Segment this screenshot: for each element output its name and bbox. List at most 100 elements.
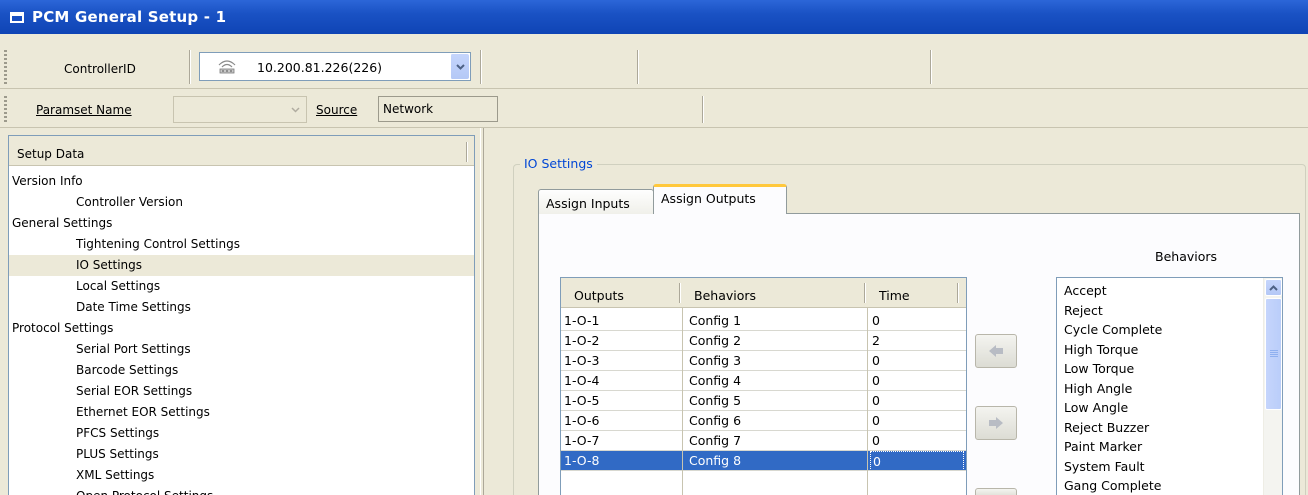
source-value: Network: [378, 96, 498, 122]
output-cell: 1-O-2: [564, 333, 600, 348]
toolbar-separator: [930, 50, 932, 84]
tree-item-plus-settings[interactable]: PLUS Settings: [9, 444, 474, 465]
controller-id-value: 10.200.81.226(226): [257, 60, 383, 75]
toolbar-separator: [480, 50, 482, 84]
behavior-cell: Config 8: [689, 453, 742, 468]
tree-item-xml-settings[interactable]: XML Settings: [9, 465, 474, 486]
output-cell: 1-O-4: [564, 373, 600, 388]
scroll-thumb[interactable]: [1265, 298, 1282, 410]
controller-toolbar: ControllerID 10.200.81.226(226): [0, 46, 1308, 89]
output-cell: 1-O-1: [564, 313, 600, 328]
tree-item-version-info[interactable]: Version Info: [9, 171, 474, 192]
scroll-up-button[interactable]: [1265, 279, 1282, 296]
toolbar-separator: [189, 50, 191, 84]
behavior-item-reject[interactable]: Reject: [1064, 301, 1103, 321]
assign-extra-button[interactable]: [975, 488, 1017, 495]
arrow-left-icon: [989, 345, 1003, 357]
tree-item-protocol-settings[interactable]: Protocol Settings: [9, 318, 474, 339]
tree-item-io-settings[interactable]: IO Settings: [9, 255, 474, 276]
table-row[interactable]: 1-O-7 Config 7 0: [561, 431, 966, 451]
toolbar-separator: [637, 50, 639, 84]
arrow-right-icon: [989, 417, 1003, 429]
output-cell: 1-O-8: [564, 453, 600, 468]
table-row[interactable]: 1-O-6 Config 6 0: [561, 411, 966, 431]
column-divider[interactable]: [466, 142, 468, 162]
tree-item-open-protocol-settings[interactable]: Open Protocol Settings: [9, 486, 474, 495]
chevron-down-icon: [291, 106, 300, 113]
time-cell[interactable]: 0: [870, 451, 964, 471]
tree-item-ethernet-eor-settings[interactable]: Ethernet EOR Settings: [9, 402, 474, 423]
tree-item-serial-port-settings[interactable]: Serial Port Settings: [9, 339, 474, 360]
table-row[interactable]: 1-O-2 Config 2 2: [561, 331, 966, 351]
setup-data-panel: Setup Data Version Info Controller Versio…: [8, 135, 475, 495]
output-cell: 1-O-7: [564, 433, 600, 448]
behavior-item-accept[interactable]: Accept: [1064, 281, 1107, 301]
tree-item-pfcs-settings[interactable]: PFCS Settings: [9, 423, 474, 444]
table-row[interactable]: 1-O-3 Config 3 0: [561, 351, 966, 371]
table-row[interactable]: 1-O-4 Config 4 0: [561, 371, 966, 391]
behaviors-scrollbar[interactable]: [1263, 278, 1282, 495]
setup-data-header-label: Setup Data: [17, 147, 85, 161]
behavior-item-cycle-complete[interactable]: Cycle Complete: [1064, 320, 1162, 340]
paramset-name-combo[interactable]: [173, 96, 307, 123]
column-header-behaviors[interactable]: Behaviors: [694, 288, 756, 303]
setup-tree: Version Info Controller Version General Se…: [9, 171, 474, 495]
behavior-cell: Config 1: [689, 313, 742, 328]
column-line: [867, 308, 868, 495]
time-cell[interactable]: 0: [870, 351, 964, 371]
output-cell: 1-O-5: [564, 393, 600, 408]
time-cell[interactable]: 0: [870, 311, 964, 331]
tree-item-tightening-control-settings[interactable]: Tightening Control Settings: [9, 234, 474, 255]
tree-item-controller-version[interactable]: Controller Version: [9, 192, 474, 213]
tree-item-date-time-settings[interactable]: Date Time Settings: [9, 297, 474, 318]
title-bar[interactable]: PCM General Setup - 1: [0, 0, 1308, 34]
time-cell[interactable]: 0: [870, 411, 964, 431]
tree-item-serial-eor-settings[interactable]: Serial EOR Settings: [9, 381, 474, 402]
behavior-item-gang-complete[interactable]: Gang Complete: [1064, 476, 1161, 495]
table-row[interactable]: 1-O-8 Config 8 0: [561, 451, 966, 471]
behavior-cell: Config 5: [689, 393, 742, 408]
behaviors-caption: Behaviors: [1155, 249, 1218, 264]
behavior-cell: Config 7: [689, 433, 742, 448]
controller-id-combo[interactable]: 10.200.81.226(226): [199, 52, 471, 81]
controller-id-dropdown-button[interactable]: [450, 54, 469, 79]
time-cell[interactable]: 0: [870, 391, 964, 411]
column-divider[interactable]: [864, 283, 866, 303]
column-header-outputs[interactable]: Outputs: [574, 288, 624, 303]
behavior-item-low-torque[interactable]: Low Torque: [1064, 359, 1134, 379]
column-line: [682, 308, 683, 495]
assign-right-button[interactable]: [975, 406, 1017, 440]
behavior-item-paint-marker[interactable]: Paint Marker: [1064, 437, 1142, 457]
table-row[interactable]: 1-O-1 Config 1 0: [561, 311, 966, 331]
behavior-item-low-angle[interactable]: Low Angle: [1064, 398, 1128, 418]
time-cell[interactable]: 2: [870, 331, 964, 351]
column-divider[interactable]: [957, 283, 959, 303]
behavior-item-reject-buzzer[interactable]: Reject Buzzer: [1064, 418, 1149, 438]
tab-assign-outputs[interactable]: Assign Outputs: [653, 184, 787, 214]
tree-item-general-settings[interactable]: General Settings: [9, 213, 474, 234]
outputs-table-header: Outputs Behaviors Time: [561, 278, 966, 308]
time-cell[interactable]: 0: [870, 431, 964, 451]
toolbar-grip[interactable]: [4, 50, 7, 84]
toolbar-grip[interactable]: [4, 96, 7, 123]
row-divider: [561, 470, 966, 471]
setup-data-header[interactable]: Setup Data: [9, 136, 474, 166]
behavior-item-high-angle[interactable]: High Angle: [1064, 379, 1132, 399]
behavior-item-system-fault[interactable]: System Fault: [1064, 457, 1145, 477]
chevron-down-icon: [455, 63, 465, 70]
time-cell[interactable]: 0: [870, 371, 964, 391]
column-divider[interactable]: [679, 283, 681, 303]
column-header-time[interactable]: Time: [879, 288, 910, 303]
paramset-dropdown-button[interactable]: [286, 98, 305, 121]
paramset-toolbar: Paramset Name Source Network: [0, 92, 1308, 128]
controller-id-label: ControllerID: [64, 62, 136, 76]
assign-left-button[interactable]: [975, 334, 1017, 368]
behaviors-listbox[interactable]: Accept Reject Cycle Complete High Torque Low…: [1056, 277, 1283, 495]
tab-assign-inputs[interactable]: Assign Inputs: [538, 189, 654, 214]
source-label: Source: [316, 103, 358, 117]
table-row[interactable]: 1-O-5 Config 5 0: [561, 391, 966, 411]
tree-item-barcode-settings[interactable]: Barcode Settings: [9, 360, 474, 381]
tree-item-local-settings[interactable]: Local Settings: [9, 276, 474, 297]
behavior-item-high-torque[interactable]: High Torque: [1064, 340, 1138, 360]
outputs-table[interactable]: Outputs Behaviors Time 1-O-1 Config 1 0 1-O…: [560, 277, 967, 495]
